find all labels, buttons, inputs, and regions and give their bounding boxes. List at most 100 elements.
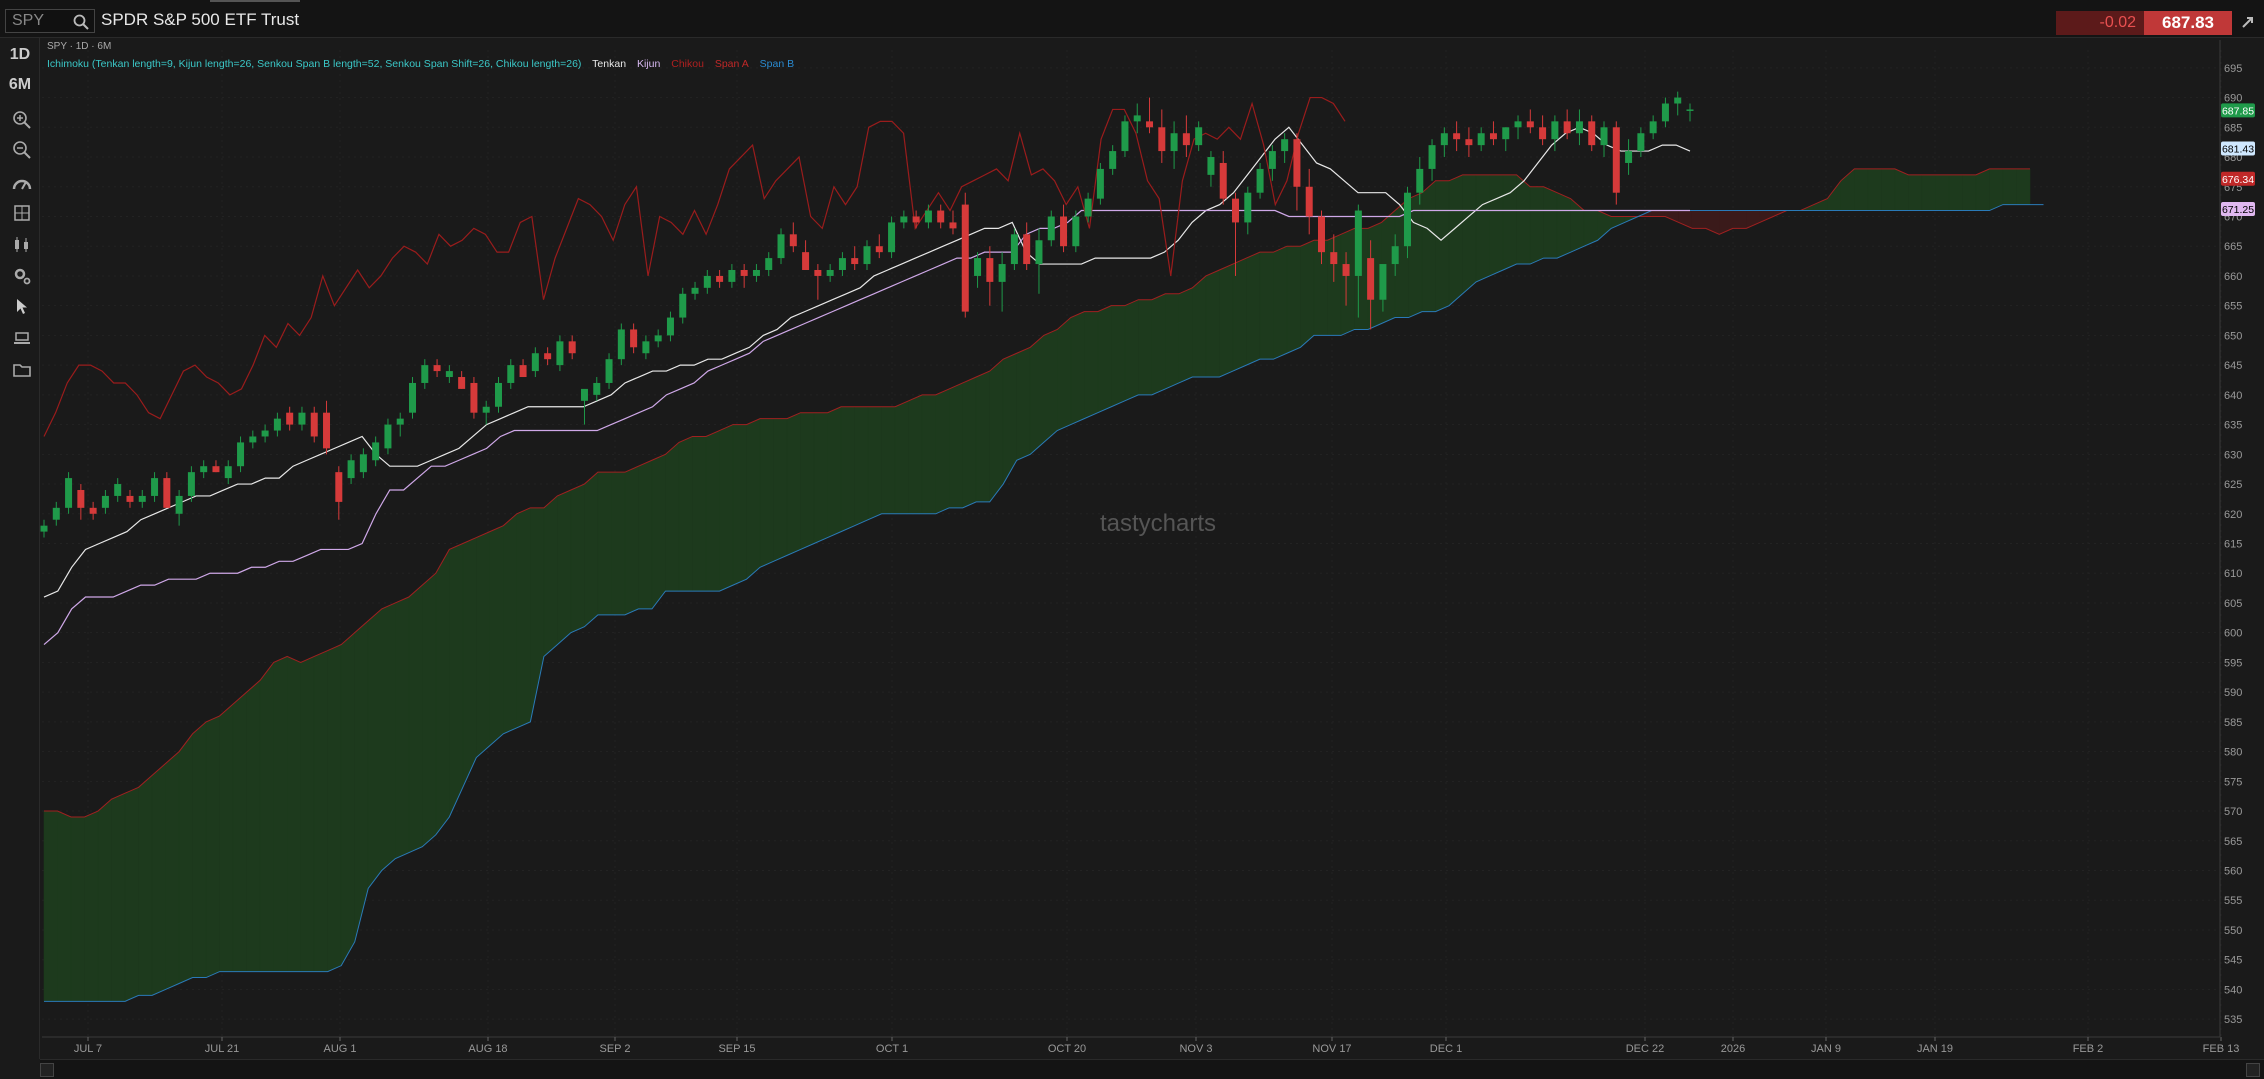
candle-body [89,507,97,514]
candle-body [1563,121,1571,134]
cloud-segment [773,418,788,562]
cloud-segment [705,430,720,592]
cloud-segment [1138,299,1153,396]
cloud-segment [1313,240,1328,336]
candle-body [1588,121,1596,146]
x-tick-label: OCT 1 [876,1043,908,1055]
y-tick-label: 575 [2224,776,2242,788]
candle-body [838,258,846,270]
cloud-segment [1340,227,1355,336]
legend-chikou: Chikou [671,58,704,70]
cloud-segment [1259,251,1274,360]
candle-body [593,382,601,395]
candle-body [1526,121,1534,128]
price-tag-label: 671.25 [2222,204,2254,216]
cloud-segment [975,370,990,503]
candle-body [458,377,466,389]
y-tick-label: 540 [2224,984,2242,996]
cloud-segment [165,751,180,990]
cloud-segment [232,691,247,972]
candle-body [580,388,588,401]
x-tick-label: OCT 20 [1048,1043,1086,1055]
y-tick-label: 570 [2224,806,2242,818]
cloud-segment [57,810,72,1002]
candle-body [1072,216,1080,247]
study-label[interactable]: Ichimoku (Tenkan length=9, Kijun length=… [47,58,581,70]
cloud-segment [43,810,58,1002]
candle-body [175,495,183,514]
cloud-segment [1178,287,1193,384]
cloud-segment [989,358,1004,503]
cloud-segment [138,774,153,996]
cloud-segment [570,483,585,634]
cloud-segment [435,548,450,836]
cloud-segment [219,703,234,972]
candle-body [1674,97,1682,104]
candle-body [261,430,269,437]
candle-body [1023,234,1031,265]
cloud-segment [867,406,882,521]
price-tag-label: 676.34 [2222,174,2254,186]
candle-body [1514,121,1522,128]
cloud-segment [1651,210,1666,217]
scroll-right-button[interactable] [2246,1063,2260,1077]
candle-body [666,317,674,336]
candle-body [1686,109,1694,111]
watermark: tastycharts [1100,510,1217,537]
cloud-segment [881,406,896,515]
cloud-segment [638,459,653,610]
x-tick-label: AUG 1 [323,1043,356,1055]
cloud-segment [1151,293,1166,396]
cloud-segment [327,644,342,972]
cloud-segment [1448,174,1463,307]
cloud-segment [151,762,166,996]
price-tag-label: 681.43 [2222,144,2254,156]
y-tick-label: 685 [2224,122,2242,134]
candle-body [703,275,711,288]
candle-body [1661,103,1669,122]
cloud-segment [178,733,193,984]
candle-body [1342,264,1350,276]
cloud-segment [1300,239,1315,348]
candle-body [1281,139,1289,152]
candle-body [961,204,969,312]
y-tick-label: 590 [2224,687,2242,699]
scroll-left-button[interactable] [40,1063,54,1077]
y-tick-label: 665 [2224,241,2242,253]
horizontal-scrollbar[interactable] [40,1059,2264,1079]
y-tick-label: 580 [2224,747,2242,759]
legend-kijun: Kijun [636,58,661,70]
cloud-segment [1475,174,1490,283]
cloud-segment [1854,168,1869,211]
candle-body [470,382,478,413]
candle-body [1625,151,1633,163]
candle-body [531,353,539,372]
candle-body [924,210,932,223]
chart-area[interactable]: 6956906856806756706656606556506456406356… [0,0,2264,1079]
cloud-segment [1489,174,1504,277]
candle-body [1367,258,1375,300]
cloud-segment [1097,305,1112,414]
cloud-segment [1691,210,1707,229]
candle-body [888,222,896,253]
legend-tenkan: Tenkan [592,58,627,70]
cloud-segment [1921,174,1936,211]
y-tick-label: 560 [2224,866,2242,878]
cloud-segment [1043,329,1058,443]
candle-body [1637,133,1645,152]
cloud-segment [1556,192,1571,259]
cloud-segment [97,798,112,1002]
cloud-segment [503,513,518,735]
candle-body [101,495,109,508]
cloud-segment [489,525,504,747]
candle-body [1354,210,1362,276]
candle-body [568,341,576,354]
candle-body [77,489,85,508]
candle-body [1060,216,1068,247]
cloud-segment [1205,269,1220,378]
candle-body [138,495,146,502]
y-tick-label: 630 [2224,449,2242,461]
candle-body [1232,198,1240,223]
candle-body [875,246,883,253]
y-tick-label: 610 [2224,568,2242,580]
